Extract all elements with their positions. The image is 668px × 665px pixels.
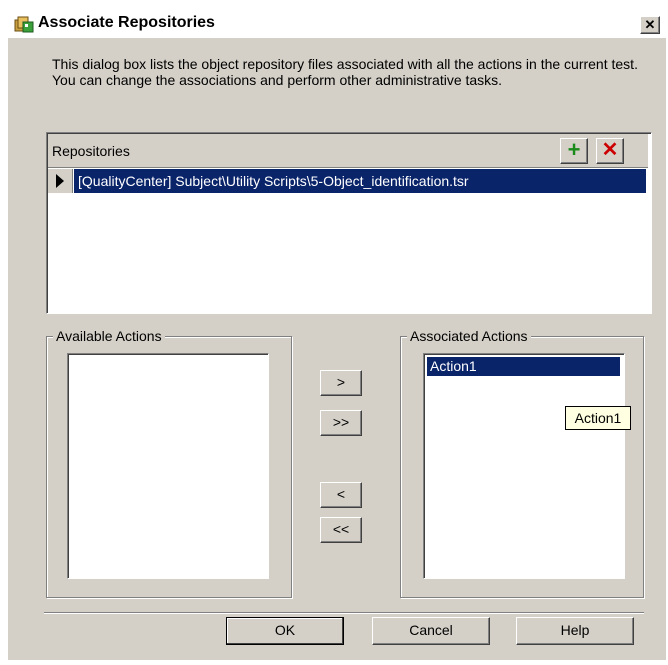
available-actions-list[interactable] bbox=[67, 353, 269, 579]
window-title: Associate Repositories bbox=[38, 14, 215, 31]
associated-actions-label: Associated Actions bbox=[407, 327, 531, 345]
add-action-button[interactable]: > bbox=[320, 370, 362, 396]
cancel-button[interactable]: Cancel bbox=[372, 617, 490, 645]
available-actions-label: Available Actions bbox=[53, 327, 165, 345]
row-pointer-icon bbox=[48, 169, 73, 193]
tooltip: Action1 bbox=[565, 406, 631, 430]
separator bbox=[44, 612, 644, 614]
repositories-panel: Repositories + ✕ [QualityCenter] Subject… bbox=[46, 132, 652, 314]
associated-actions-group: Associated Actions Action1 bbox=[400, 327, 644, 598]
associated-actions-list[interactable]: Action1 bbox=[423, 353, 625, 579]
title-bar[interactable]: Associate Repositories ✕ bbox=[8, 10, 666, 39]
repository-path[interactable]: [QualityCenter] Subject\Utility Scripts\… bbox=[74, 169, 646, 193]
app-icon bbox=[14, 16, 34, 33]
close-icon[interactable]: ✕ bbox=[640, 16, 660, 34]
repositories-label: Repositories bbox=[52, 143, 130, 159]
delete-icon[interactable]: ✕ bbox=[596, 138, 624, 164]
available-actions-group: Available Actions bbox=[46, 327, 292, 598]
help-button[interactable]: Help bbox=[516, 617, 634, 645]
remove-action-button[interactable]: < bbox=[320, 482, 362, 508]
associate-repositories-dialog: Associate Repositories ✕ This dialog box… bbox=[8, 10, 666, 660]
add-icon[interactable]: + bbox=[560, 138, 588, 164]
repositories-header: Repositories + ✕ bbox=[48, 134, 648, 168]
remove-all-actions-button[interactable]: << bbox=[320, 517, 362, 543]
description-text: This dialog box lists the object reposit… bbox=[52, 56, 638, 88]
ok-button[interactable]: OK bbox=[226, 617, 344, 645]
list-item[interactable]: Action1 bbox=[427, 357, 620, 376]
repository-row[interactable]: [QualityCenter] Subject\Utility Scripts\… bbox=[48, 169, 648, 193]
add-all-actions-button[interactable]: >> bbox=[320, 410, 362, 436]
